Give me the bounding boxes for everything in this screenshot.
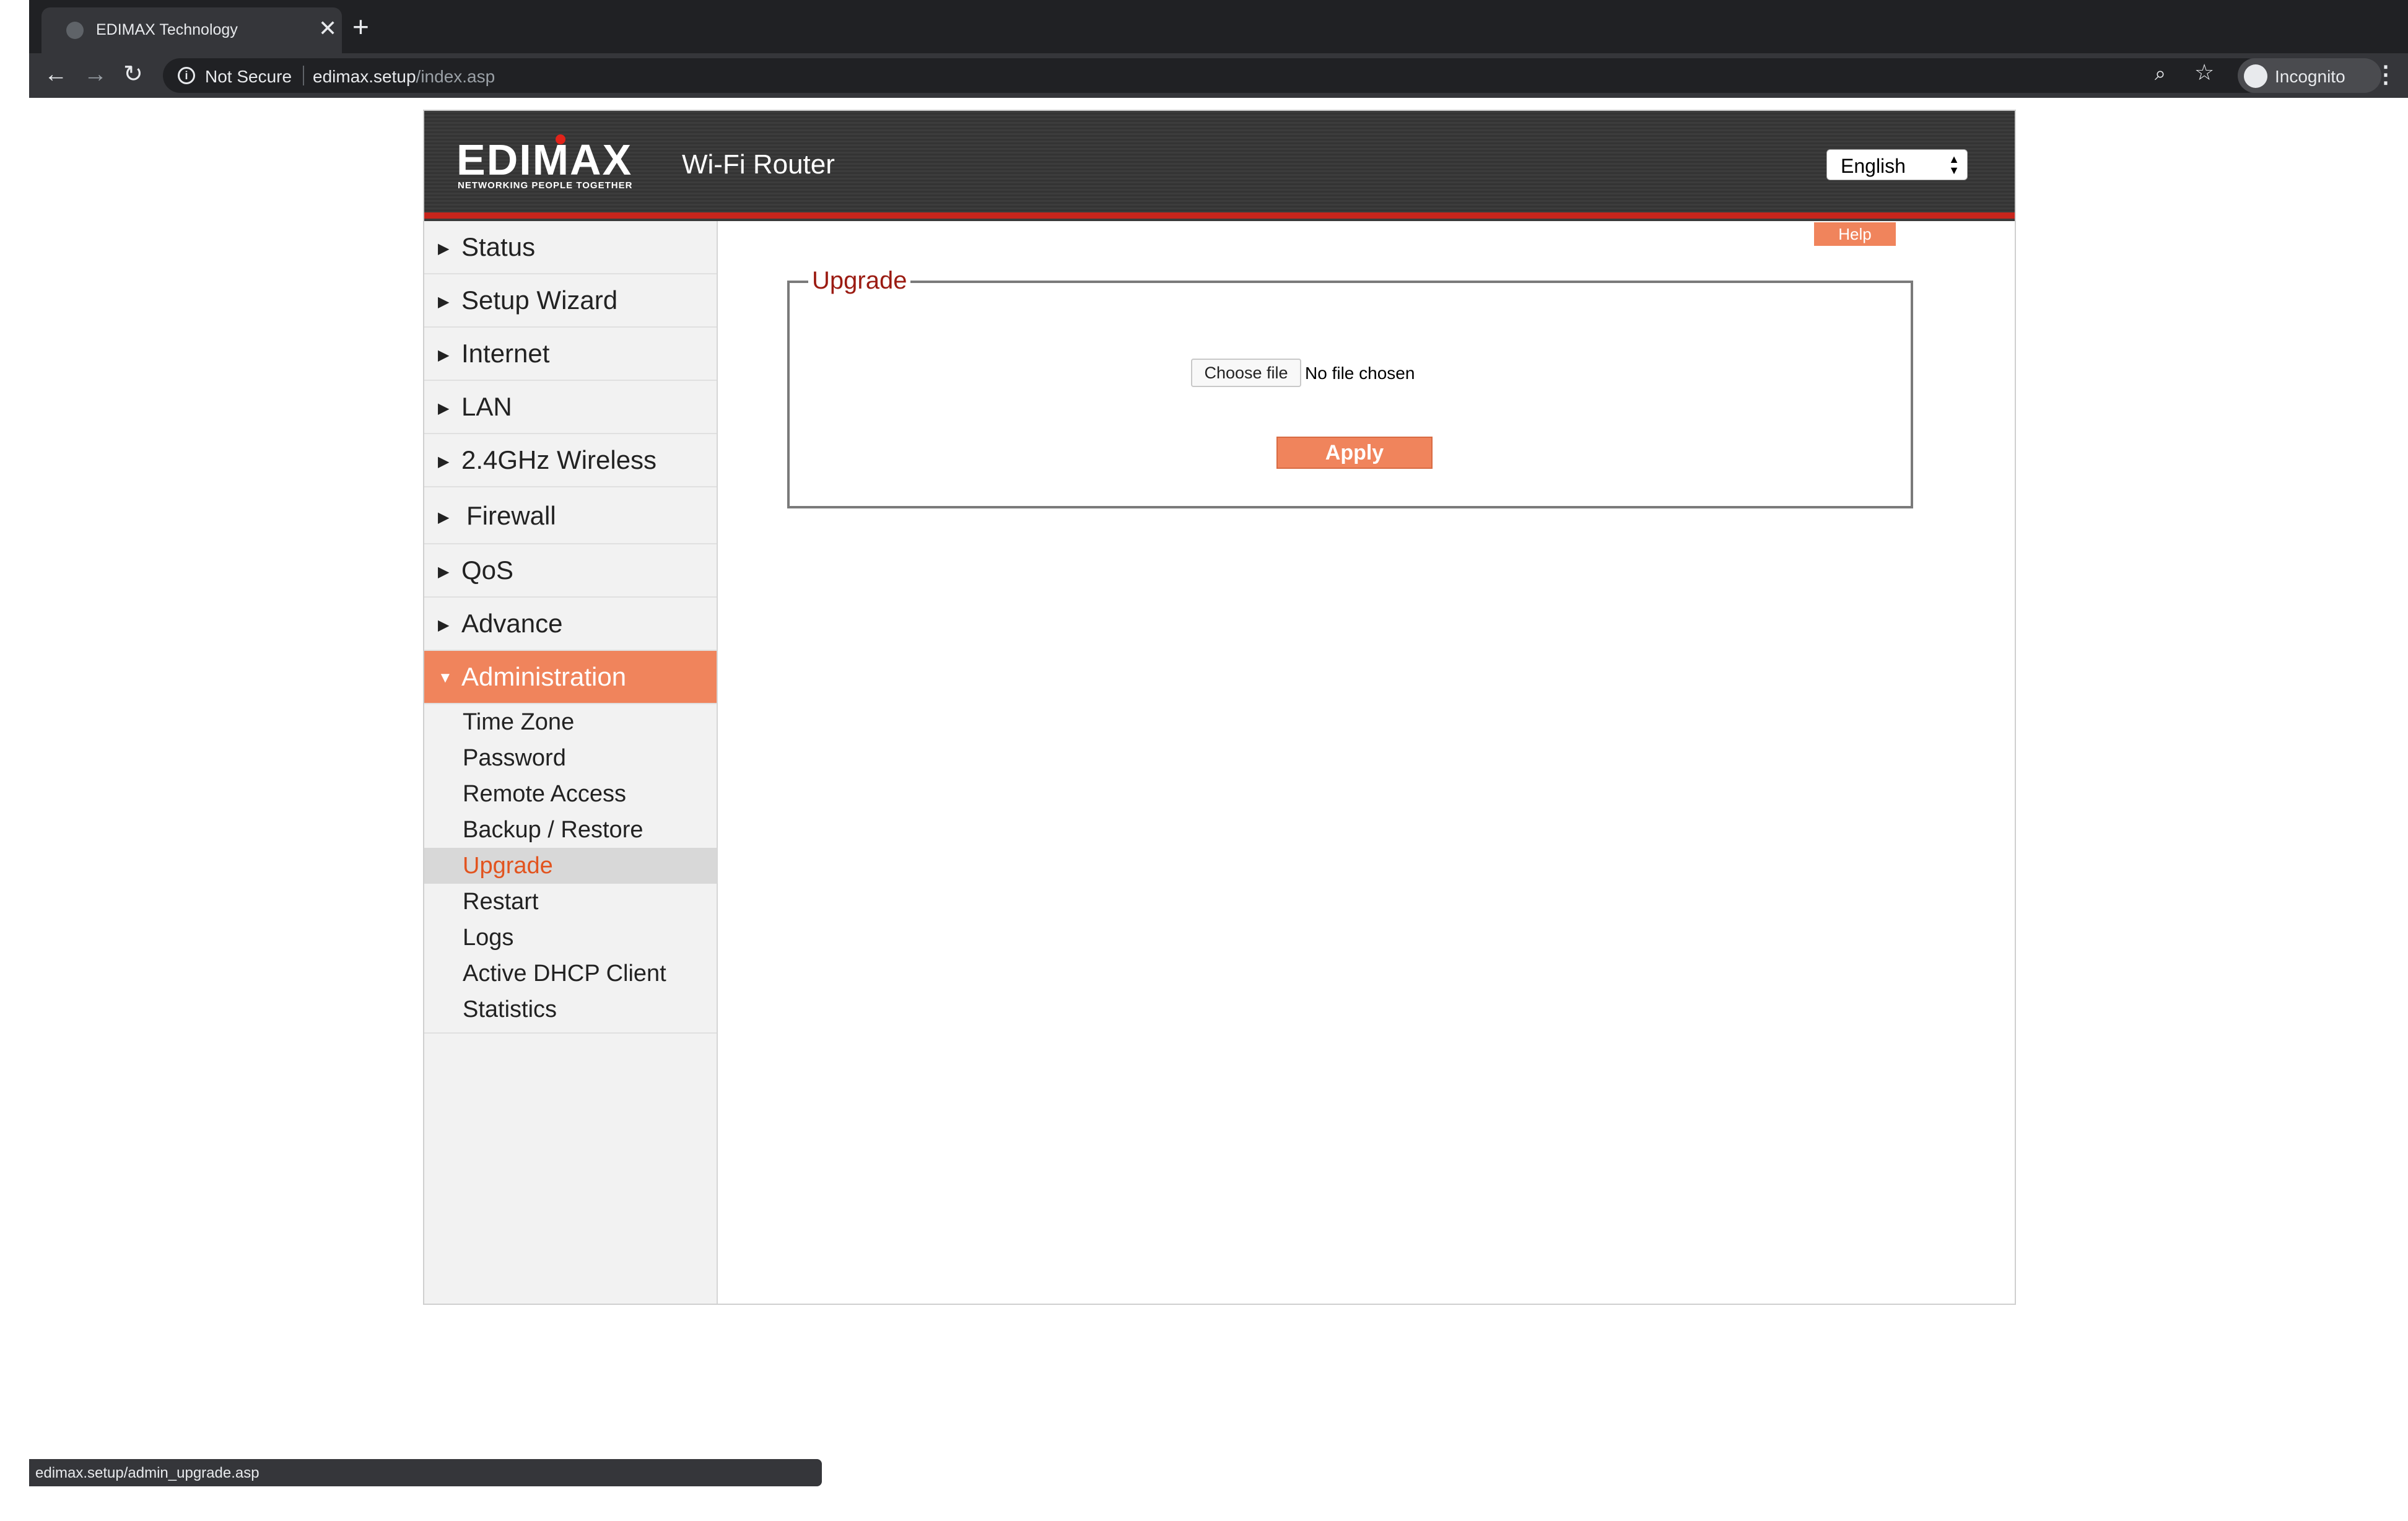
expand-triangle-icon: ▶ xyxy=(438,617,450,634)
forward-arrow-icon[interactable]: → xyxy=(84,61,107,88)
zoom-icon[interactable]: ⌕ xyxy=(2155,62,2166,85)
globe-icon xyxy=(66,22,84,39)
close-tab-icon[interactable]: ✕ xyxy=(318,16,337,41)
submenu-item-label: Upgrade xyxy=(463,853,553,879)
sidebar-item-label: Advance xyxy=(461,609,563,638)
back-arrow-icon[interactable]: ← xyxy=(44,61,68,88)
browser-chrome: EDIMAX Technology ✕ + ← → ↻ i Not Secure… xyxy=(29,0,2408,98)
router-page: EDIMAX NETWORKING PEOPLE TOGETHER Wi-Fi … xyxy=(423,110,2016,1305)
expand-triangle-icon: ▶ xyxy=(438,347,450,364)
sidebar-item-label: LAN xyxy=(461,392,512,421)
sidebar-item-status[interactable]: ▶ Status xyxy=(424,221,717,274)
expand-triangle-icon: ▶ xyxy=(438,294,450,310)
browser-tab[interactable]: EDIMAX Technology ✕ xyxy=(41,7,342,53)
submenu-item-time-zone[interactable]: Time Zone xyxy=(424,704,717,740)
sidebar-item-lan[interactable]: ▶ LAN xyxy=(424,381,717,434)
url-path: /index.asp xyxy=(416,67,495,86)
new-tab-button[interactable]: + xyxy=(352,12,369,41)
sidebar-item-setup-wizard[interactable]: ▶ Setup Wizard xyxy=(424,274,717,328)
logo-dot xyxy=(556,134,565,144)
submenu-item-label: Statistics xyxy=(463,996,557,1022)
edimax-logo: EDIMAX NETWORKING PEOPLE TOGETHER xyxy=(456,134,661,191)
submenu-item-backup-restore[interactable]: Backup / Restore xyxy=(424,812,717,848)
sidebar-item-label: 2.4GHz Wireless xyxy=(461,445,657,474)
status-url: edimax.setup/admin_upgrade.asp xyxy=(35,1465,260,1481)
submenu-item-remote-access[interactable]: Remote Access xyxy=(424,776,717,812)
sidebar-item-label: Setup Wizard xyxy=(461,285,618,315)
apply-button[interactable]: Apply xyxy=(1276,437,1433,469)
submenu-item-label: Active DHCP Client xyxy=(463,961,666,987)
security-label: Not Secure xyxy=(205,67,292,86)
section-title: Upgrade xyxy=(808,267,911,295)
submenu-item-password[interactable]: Password xyxy=(424,740,717,776)
expand-triangle-icon: ▶ xyxy=(438,564,450,580)
browser-menu-icon[interactable]: ⋮ xyxy=(2374,61,2397,89)
language-value: English xyxy=(1841,155,1906,177)
tab-title: EDIMAX Technology xyxy=(96,21,238,38)
sidebar-item-advance[interactable]: ▶ Advance xyxy=(424,598,717,651)
sidebar-item-administration[interactable]: ▼ Administration xyxy=(424,651,717,704)
bookmark-star-icon[interactable]: ☆ xyxy=(2194,59,2214,85)
omnibox-divider xyxy=(303,66,304,85)
sidebar-item-label: Internet xyxy=(461,339,550,368)
logo-text: EDIMAX xyxy=(456,136,633,184)
submenu-item-label: Logs xyxy=(463,925,514,951)
choose-file-button[interactable]: Choose file xyxy=(1191,359,1301,387)
sidebar-item-firewall[interactable]: ▶ Firewall xyxy=(424,487,717,544)
address-bar[interactable]: i Not Secure edimax.setup/index.asp xyxy=(163,58,2264,93)
url-host: edimax.setup xyxy=(313,67,416,86)
submenu-item-active-dhcp-client[interactable]: Active DHCP Client xyxy=(424,956,717,991)
expand-triangle-icon: ▶ xyxy=(438,240,450,257)
submenu-item-label: Password xyxy=(463,745,566,771)
collapse-triangle-icon: ▼ xyxy=(438,669,453,686)
sidebar-item-label: QoS xyxy=(461,556,514,585)
sidebar-item-label: Administration xyxy=(461,662,627,691)
submenu-item-restart[interactable]: Restart xyxy=(424,884,717,920)
router-header: EDIMAX NETWORKING PEOPLE TOGETHER Wi-Fi … xyxy=(424,111,2015,221)
submenu-item-logs[interactable]: Logs xyxy=(424,920,717,956)
administration-submenu: Time Zone Password Remote Access Backup … xyxy=(424,704,717,1034)
expand-triangle-icon: ▶ xyxy=(438,400,450,417)
upgrade-fieldset: Upgrade Choose file No file chosen Apply xyxy=(787,267,1913,508)
sidebar-item-label: Status xyxy=(461,232,536,261)
submenu-item-label: Restart xyxy=(463,889,539,915)
sidebar-item-label: Firewall xyxy=(466,501,556,530)
sidebar-item-qos[interactable]: ▶ QoS xyxy=(424,544,717,598)
browser-toolbar: ← → ↻ i Not Secure edimax.setup/index.as… xyxy=(29,53,2408,98)
submenu-item-statistics[interactable]: Statistics xyxy=(424,991,717,1027)
link-status-bar: edimax.setup/admin_upgrade.asp xyxy=(29,1459,822,1486)
info-icon[interactable]: i xyxy=(178,67,195,84)
expand-triangle-icon: ▶ xyxy=(438,509,450,526)
file-status-text: No file chosen xyxy=(1305,364,1415,383)
submenu-item-label: Backup / Restore xyxy=(463,817,643,843)
url-text: edimax.setup/index.asp xyxy=(313,67,495,87)
sidebar-item-wireless[interactable]: ▶ 2.4GHz Wireless xyxy=(424,434,717,487)
product-title: Wi-Fi Router xyxy=(682,149,835,180)
incognito-icon xyxy=(2244,64,2267,88)
header-accent-line xyxy=(424,212,2015,219)
submenu-item-label: Remote Access xyxy=(463,781,626,807)
submenu-item-label: Time Zone xyxy=(463,709,575,735)
sidebar-menu: ▶ Status ▶ Setup Wizard ▶ Internet ▶ LAN… xyxy=(424,221,718,1304)
language-select[interactable]: English ▲ ▼ xyxy=(1826,149,1968,180)
incognito-profile-button[interactable]: Incognito xyxy=(2238,58,2381,93)
profile-label: Incognito xyxy=(2275,67,2345,86)
sidebar-item-internet[interactable]: ▶ Internet xyxy=(424,328,717,381)
expand-triangle-icon: ▶ xyxy=(438,453,450,470)
logo-tagline: NETWORKING PEOPLE TOGETHER xyxy=(458,180,633,191)
submenu-item-upgrade[interactable]: Upgrade xyxy=(424,848,717,884)
reload-icon[interactable]: ↻ xyxy=(123,61,143,88)
help-button[interactable]: Help xyxy=(1814,222,1896,246)
select-arrows-icon: ▲ ▼ xyxy=(1948,153,1960,177)
